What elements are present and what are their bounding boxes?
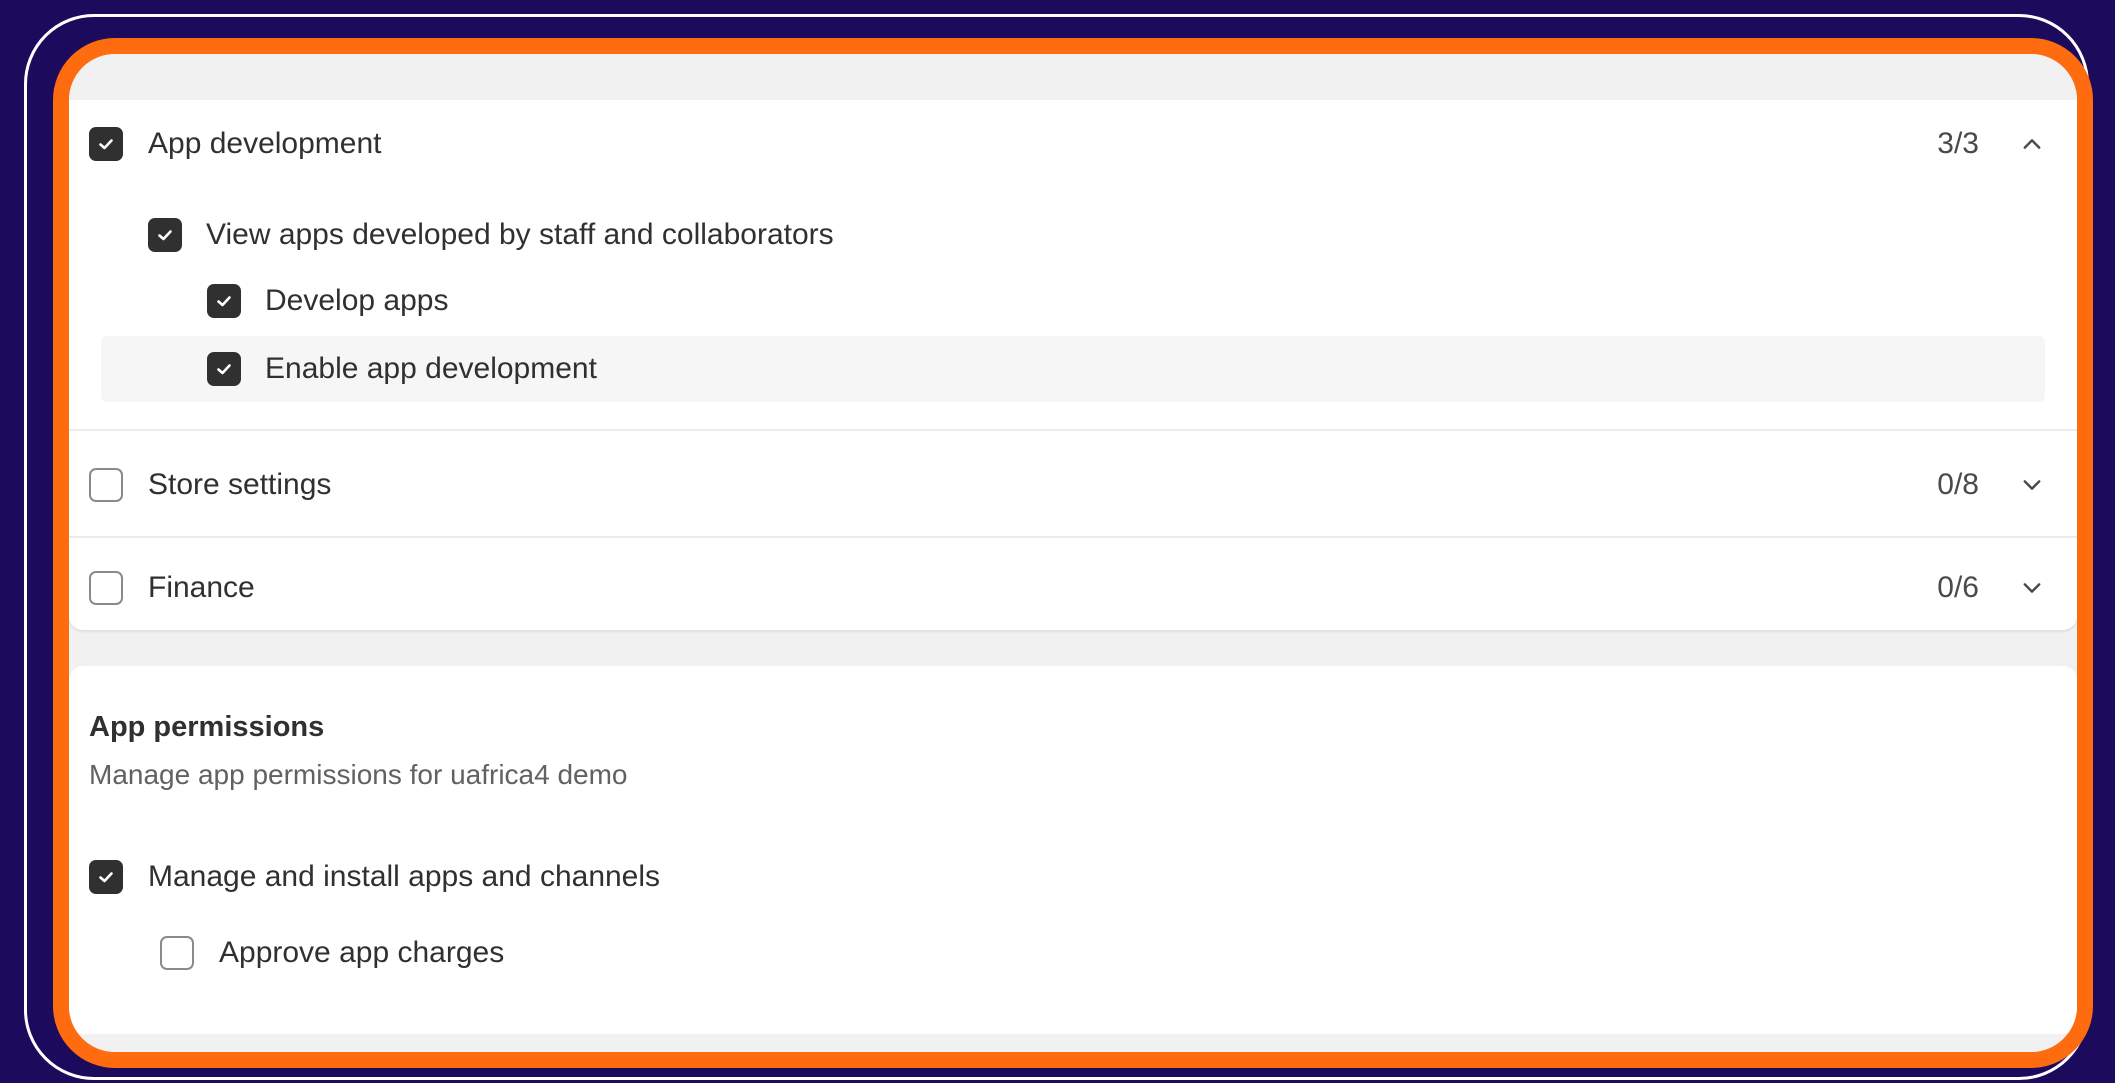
section-subtitle: Manage app permissions for uafrica4 demo xyxy=(89,759,628,790)
checkmark-icon xyxy=(217,364,231,375)
finance-checkbox[interactable] xyxy=(89,571,123,605)
group-label: Finance xyxy=(148,571,255,604)
checkmark-icon xyxy=(99,872,113,883)
section-title: App permissions xyxy=(89,711,325,743)
group-row-app-development[interactable]: App development 3/3 xyxy=(69,113,2077,175)
checkmark-icon xyxy=(99,139,113,150)
chevron-down-icon[interactable] xyxy=(2017,470,2047,500)
enable-app-development-checkbox[interactable] xyxy=(207,352,241,386)
permission-row-manage-install-apps[interactable]: Manage and install apps and channels xyxy=(69,846,2077,908)
permissions-card: App development 3/3 View apps developed … xyxy=(69,100,2077,630)
permission-label: Enable app development xyxy=(265,352,597,385)
permission-label: Develop apps xyxy=(265,284,449,317)
develop-apps-checkbox[interactable] xyxy=(207,284,241,318)
checkmark-icon xyxy=(217,296,231,307)
group-row-store-settings[interactable]: Store settings 0/8 xyxy=(69,435,2077,535)
permission-row-develop-apps[interactable]: Develop apps xyxy=(69,270,2077,332)
store-settings-checkbox[interactable] xyxy=(89,468,123,502)
manage-install-apps-checkbox[interactable] xyxy=(89,860,123,894)
permission-row-approve-app-charges[interactable]: Approve app charges xyxy=(69,922,2077,984)
chevron-down-icon[interactable] xyxy=(2017,573,2047,603)
divider xyxy=(69,429,2077,431)
checkmark-icon xyxy=(158,230,172,241)
permission-label: Approve app charges xyxy=(219,936,505,969)
app-permissions-card: App permissions Manage app permissions f… xyxy=(69,666,2077,1034)
group-label: Store settings xyxy=(148,468,332,501)
view-apps-checkbox[interactable] xyxy=(148,218,182,252)
group-count: 0/6 xyxy=(1937,571,1979,604)
permission-label: Manage and install apps and channels xyxy=(148,860,661,893)
permission-row-view-apps[interactable]: View apps developed by staff and collabo… xyxy=(69,204,2077,266)
group-row-finance[interactable]: Finance 0/6 xyxy=(69,540,2077,636)
chevron-up-icon[interactable] xyxy=(2017,129,2047,159)
content-area: App development 3/3 View apps developed … xyxy=(69,54,2077,1052)
permission-row-enable-app-development[interactable]: Enable app development xyxy=(69,338,2077,400)
group-count: 3/3 xyxy=(1937,127,1979,160)
highlight-frame: App development 3/3 View apps developed … xyxy=(53,38,2093,1068)
group-count: 0/8 xyxy=(1937,468,1979,501)
divider xyxy=(69,536,2077,538)
group-label: App development xyxy=(148,127,382,160)
approve-app-charges-checkbox[interactable] xyxy=(160,936,194,970)
permission-label: View apps developed by staff and collabo… xyxy=(206,218,834,251)
app-development-checkbox[interactable] xyxy=(89,127,123,161)
